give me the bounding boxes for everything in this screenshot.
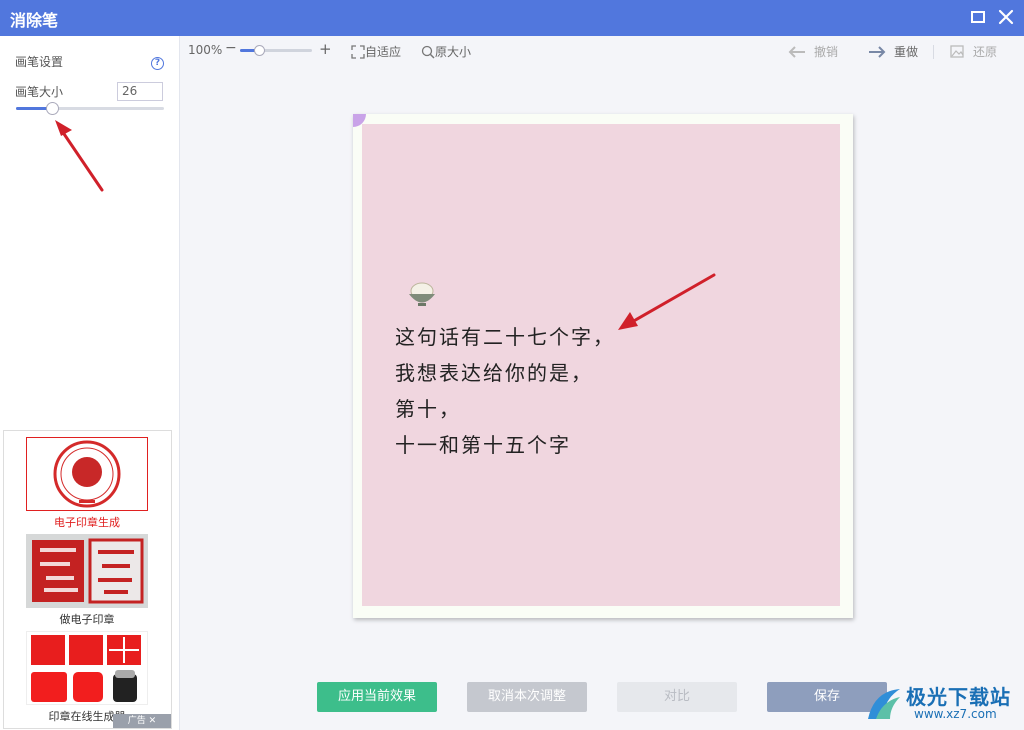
magnifier-icon [421,45,435,59]
ad-thumbnail [26,534,148,608]
title-bar: 消除笔 [0,0,1024,36]
compare-button[interactable]: 对比 [617,682,737,712]
image-icon [950,45,964,58]
brush-size-input[interactable]: 26 [117,82,163,101]
ad-caption: 电子印章生成 [54,516,120,529]
apply-button[interactable]: 应用当前效果 [317,682,437,712]
zoom-slider-thumb[interactable] [254,45,265,56]
cancel-adjust-button[interactable]: 取消本次调整 [467,682,587,712]
ad-item-seal-generate[interactable]: 电子印章生成 [26,437,148,530]
ad-caption: 做电子印章 [59,613,115,626]
poem-line: 第十， [395,397,461,421]
brush-settings-title: 画笔设置 [15,55,64,69]
ad-badge[interactable]: 广告 ✕ [113,714,171,728]
poem-line: 这句话有二十七个字， [395,325,615,349]
toolbar-divider [933,45,934,59]
restore-button[interactable]: 还原 [950,43,997,60]
redo-arrow-icon [869,45,886,58]
photo-content: 这句话有二十七个字， 我想表达给你的是， 第十， 十一和第十五个字 [362,124,840,606]
watermark-name: 极光下载站 [906,685,1011,709]
undo-arrow-icon [788,45,805,58]
annotation-arrow-icon [55,120,104,192]
brush-size-label: 画笔大小 [15,85,64,99]
photo[interactable]: 这句话有二十七个字， 我想表达给你的是， 第十， 十一和第十五个字 [353,114,853,618]
undo-button[interactable]: 撤销 [788,43,838,60]
redo-label: 重做 [894,45,919,59]
zoom-in-button[interactable]: + [319,40,332,58]
rice-bowl-icon [409,282,435,306]
site-watermark: 极光下载站 www.xz7.com [862,681,1024,727]
maximize-button[interactable] [971,11,985,23]
ad-badge-label: 广告 [127,716,146,726]
close-icon[interactable] [996,7,1016,27]
original-size-button[interactable]: 原大小 [421,43,471,60]
fit-button[interactable]: 自适应 [351,43,401,60]
undo-label: 撤销 [814,45,839,59]
ad-thumbnail [26,631,148,705]
ad-item-make-seal[interactable]: 做电子印章 [26,534,148,627]
annotation-arrow-icon [618,273,716,330]
poem-line: 我想表达给你的是， [395,361,593,385]
original-size-label: 原大小 [435,45,472,59]
window-title: 消除笔 [10,11,59,30]
watermark-url: www.xz7.com [914,707,997,721]
poem-line: 十一和第十五个字 [395,433,571,457]
toolbar: 100% − + 自适应 原大小 撤销 重做 还原 [181,36,1024,66]
ad-item-seal-online[interactable]: 印章在线生成器 [26,631,148,724]
fit-label: 自适应 [365,45,402,59]
brush-size-slider-thumb[interactable] [46,102,59,115]
fit-icon [351,44,365,59]
poem-text: 这句话有二十七个字， 我想表达给你的是， 第十， 十一和第十五个字 [395,319,615,463]
ad-thumbnail [26,437,148,511]
zoom-level: 100% [188,43,223,57]
restore-label: 还原 [973,45,998,59]
help-icon[interactable]: ? [151,57,164,70]
redo-button[interactable]: 重做 [868,43,918,60]
ad-panel: 电子印章生成 做电子印章 印章在线生成器 广告 ✕ [3,430,172,729]
aurora-logo-icon [868,689,900,719]
zoom-out-button[interactable]: − [225,40,237,56]
